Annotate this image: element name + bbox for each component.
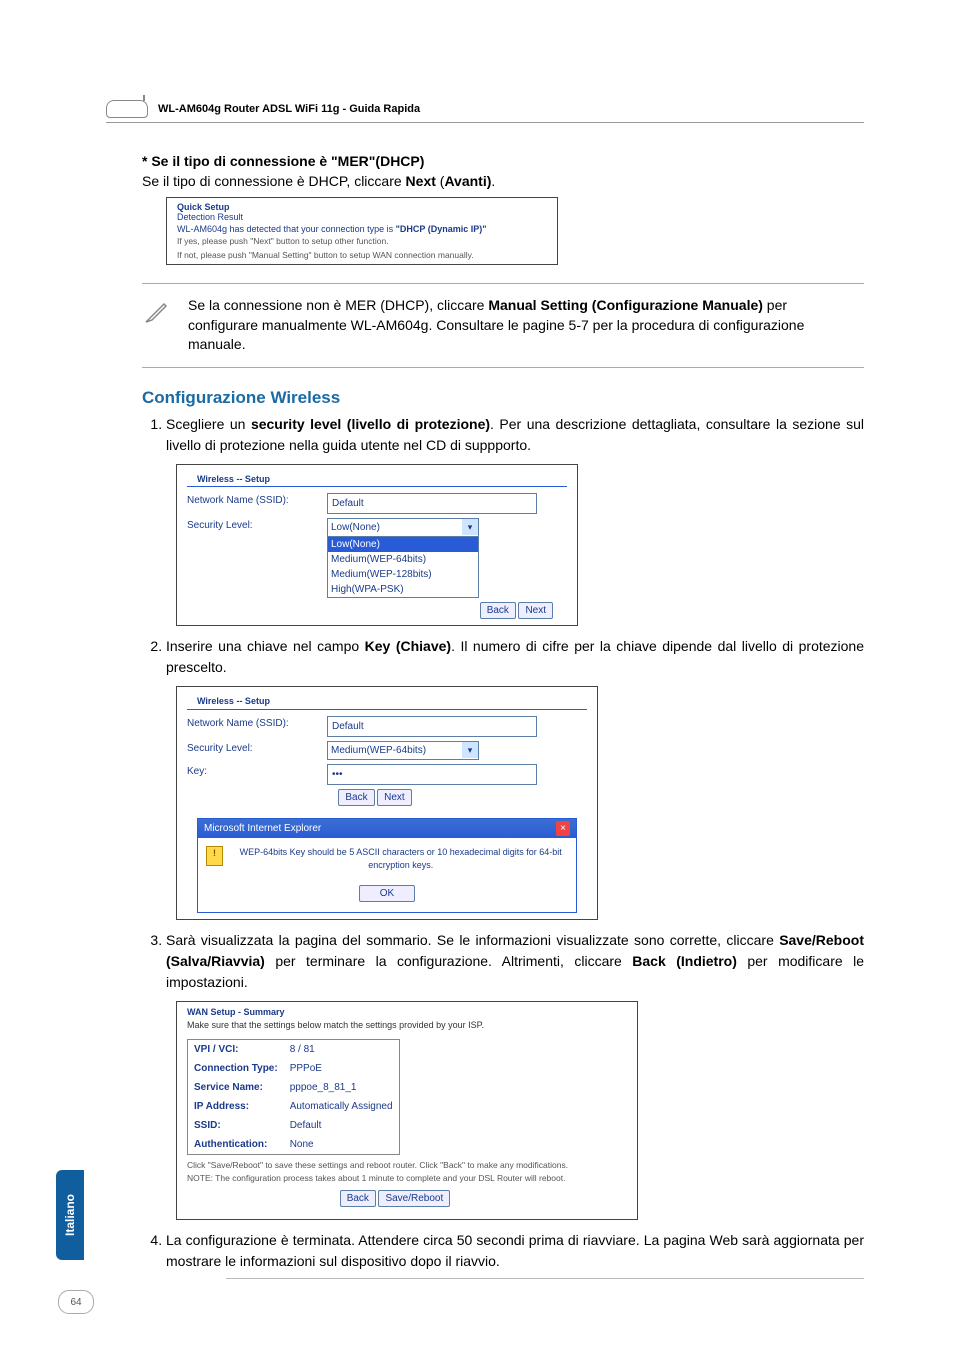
step-3: Sarà visualizzata la pagina del sommario…	[166, 930, 864, 1221]
ssid-label: Network Name (SSID):	[187, 716, 327, 737]
text: WL-AM604g has detected that your connect…	[177, 224, 396, 234]
screenshot-wireless-setup-1: Wireless -- Setup Network Name (SSID): D…	[176, 464, 578, 627]
next-button[interactable]: Next	[377, 789, 412, 806]
close-icon[interactable]: ×	[556, 821, 570, 836]
text: per terminare la configurazione. Altrime…	[265, 953, 632, 969]
label: Wireless -- Setup	[187, 469, 567, 488]
text: Scegliere un	[166, 416, 251, 432]
step-1: Scegliere un security level (livello di …	[166, 414, 864, 627]
screenshot-wireless-setup-2: Wireless -- Setup Network Name (SSID): D…	[176, 686, 598, 920]
steps-list: Scegliere un security level (livello di …	[142, 414, 864, 1280]
divider	[226, 1278, 864, 1279]
dropdown-option[interactable]: High(WPA-PSK)	[328, 582, 478, 597]
wireless-heading: Configurazione Wireless	[142, 388, 864, 408]
security-dropdown[interactable]: Medium(WEP-64bits) ▾	[327, 741, 479, 760]
page-number: 64	[58, 1290, 94, 1314]
ssid-input[interactable]: Default	[327, 716, 537, 737]
dropdown-option[interactable]: Low(None)	[328, 537, 478, 552]
table-cell: Authentication:	[188, 1135, 284, 1155]
ssid-label: Network Name (SSID):	[187, 493, 327, 514]
text: La configurazione è terminata. Attendere…	[166, 1232, 864, 1269]
back-button[interactable]: Back	[480, 602, 516, 619]
table-cell: PPPoE	[284, 1059, 399, 1078]
warning-icon	[206, 846, 223, 866]
table-cell: 8 / 81	[284, 1039, 399, 1059]
text: .	[491, 173, 495, 189]
text: Inserire una chiave nel campo	[166, 638, 365, 654]
pencil-icon	[142, 298, 170, 326]
screenshot-quick-setup: Quick Setup Detection Result WL-AM604g h…	[166, 197, 558, 265]
table-cell: SSID:	[188, 1116, 284, 1135]
text: Se la connessione non è MER (DHCP), clic…	[188, 297, 488, 313]
table-cell: IP Address:	[188, 1097, 284, 1116]
save-reboot-button[interactable]: Save/Reboot	[378, 1190, 450, 1207]
summary-table: VPI / VCI:8 / 81 Connection Type:PPPoE S…	[187, 1039, 400, 1155]
key-label: Key:	[187, 764, 327, 785]
label: WAN Setup - Summary	[177, 1002, 637, 1020]
label: Wireless -- Setup	[187, 691, 587, 710]
bold: Back (Indietro)	[632, 953, 737, 969]
chevron-down-icon[interactable]: ▾	[462, 742, 478, 758]
dropdown-option[interactable]: Medium(WEP-128bits)	[328, 567, 478, 582]
next-button[interactable]: Next	[518, 602, 553, 619]
hint: Click "Save/Reboot" to save these settin…	[177, 1159, 637, 1189]
bold: Manual Setting (Configurazione Manuale)	[488, 297, 763, 313]
step-2: Inserire una chiave nel campo Key (Chiav…	[166, 636, 864, 920]
page-header: WL-AM604g Router ADSL WiFi 11g - Guida R…	[106, 100, 864, 123]
key-input[interactable]: •••	[327, 764, 537, 785]
mer-instruction: Se il tipo di connessione è DHCP, clicca…	[142, 173, 864, 189]
label: Detection Result	[167, 212, 557, 224]
back-button[interactable]: Back	[340, 1190, 376, 1207]
table-cell: Connection Type:	[188, 1059, 284, 1078]
step-4: La configurazione è terminata. Attendere…	[166, 1230, 864, 1279]
table-cell: pppoe_8_81_1	[284, 1078, 399, 1097]
dropdown-option[interactable]: Medium(WEP-64bits)	[328, 552, 478, 567]
screenshot-wan-summary: WAN Setup - Summary Make sure that the s…	[176, 1001, 638, 1221]
dropdown-selected: Medium(WEP-64bits)	[328, 742, 478, 759]
table-cell: Default	[284, 1116, 399, 1135]
ok-button[interactable]: OK	[359, 885, 415, 902]
label: Make sure that the settings below match …	[177, 1019, 637, 1035]
label: Quick Setup	[167, 198, 557, 212]
table-cell: None	[284, 1135, 399, 1155]
dropdown-list: Low(None) Medium(WEP-64bits) Medium(WEP-…	[328, 536, 478, 597]
header-title: WL-AM604g Router ADSL WiFi 11g - Guida R…	[158, 103, 420, 115]
alert-dialog: Microsoft Internet Explorer × WEP-64bits…	[197, 818, 577, 913]
detect-line: WL-AM604g has detected that your connect…	[167, 224, 557, 236]
dialog-message: WEP-64bits Key should be 5 ASCII charact…	[233, 846, 568, 873]
ssid-input[interactable]: Default	[327, 493, 537, 514]
bold: security level (livello di protezione)	[251, 416, 490, 432]
back-button[interactable]: Back	[338, 789, 374, 806]
bold: Key (Chiave)	[365, 638, 451, 654]
dropdown-selected: Low(None)	[328, 519, 478, 536]
bold: "DHCP (Dynamic IP)"	[396, 224, 487, 234]
mer-heading: * Se il tipo di connessione è "MER"(DHCP…	[142, 153, 864, 169]
bold-avanti: Avanti)	[444, 173, 491, 189]
dialog-title: Microsoft Internet Explorer	[204, 821, 321, 836]
table-cell: Automatically Assigned	[284, 1097, 399, 1116]
text: Se il tipo di connessione è DHCP, clicca…	[142, 173, 406, 189]
language-tab: Italiano	[56, 1170, 84, 1260]
security-label: Security Level:	[187, 741, 327, 760]
chevron-down-icon[interactable]: ▾	[462, 519, 478, 535]
note-box: Se la connessione non è MER (DHCP), clic…	[142, 283, 864, 368]
hint: If not, please push "Manual Setting" but…	[167, 250, 557, 264]
text: Sarà visualizzata la pagina del sommario…	[166, 932, 779, 948]
hint: If yes, please push "Next" button to set…	[167, 236, 557, 250]
router-icon	[106, 100, 148, 118]
table-cell: VPI / VCI:	[188, 1039, 284, 1059]
bold-next: Next	[406, 173, 436, 189]
table-cell: Service Name:	[188, 1078, 284, 1097]
security-label: Security Level:	[187, 518, 327, 533]
security-dropdown[interactable]: Low(None) ▾ Low(None) Medium(WEP-64bits)…	[327, 518, 479, 598]
